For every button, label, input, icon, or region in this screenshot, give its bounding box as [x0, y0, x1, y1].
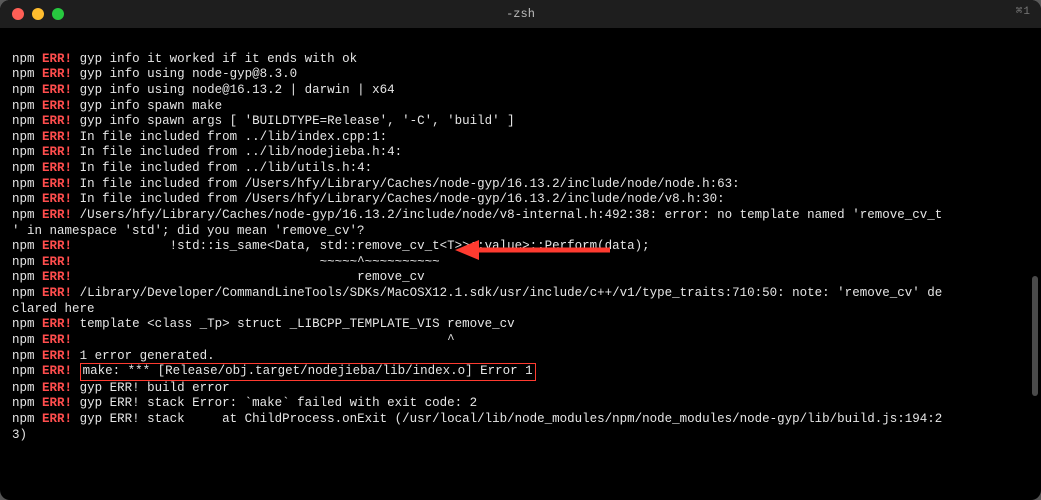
log-text: gyp ERR! stack Error: `make` failed with…	[80, 396, 478, 410]
npm-prefix: npm	[12, 99, 35, 113]
err-prefix: ERR!	[42, 177, 72, 191]
log-text: gyp info it worked if it ends with ok	[80, 52, 358, 66]
log-text: /Library/Developer/CommandLineTools/SDKs…	[80, 286, 943, 300]
log-line: npm ERR! gyp info spawn args [ 'BUILDTYP…	[12, 114, 515, 128]
npm-prefix: npm	[12, 396, 35, 410]
tab-indicator[interactable]: ⌘1	[1016, 6, 1031, 20]
log-line: npm ERR! /Users/hfy/Library/Caches/node-…	[12, 208, 942, 222]
log-text: In file included from ../lib/utils.h:4:	[80, 161, 373, 175]
log-line: npm ERR! gyp info using node-gyp@8.3.0	[12, 67, 297, 81]
log-line: npm ERR! gyp info spawn make	[12, 99, 222, 113]
npm-prefix: npm	[12, 130, 35, 144]
err-prefix: ERR!	[42, 145, 72, 159]
npm-prefix: npm	[12, 381, 35, 395]
err-prefix: ERR!	[42, 270, 72, 284]
npm-prefix: npm	[12, 349, 35, 363]
err-prefix: ERR!	[42, 381, 72, 395]
log-line: npm ERR! In file included from /Users/hf…	[12, 177, 740, 191]
log-line: npm ERR! make: *** [Release/obj.target/n…	[12, 364, 536, 378]
log-text: gyp ERR! stack at ChildProcess.onExit (/…	[80, 412, 943, 426]
terminal-window: -zsh ⌘1 npm ERR! gyp info it worked if i…	[0, 0, 1041, 500]
log-line: npm ERR! In file included from /Users/hf…	[12, 192, 725, 206]
log-line: npm ERR! gyp ERR! stack at ChildProcess.…	[12, 412, 942, 426]
err-prefix: ERR!	[42, 99, 72, 113]
window-title: -zsh	[0, 7, 1041, 22]
log-line: npm ERR! gyp ERR! stack Error: `make` fa…	[12, 396, 477, 410]
log-text: template <class _Tp> struct _LIBCPP_TEMP…	[80, 317, 515, 331]
err-prefix: ERR!	[42, 114, 72, 128]
npm-prefix: npm	[12, 364, 35, 378]
log-line: npm ERR! 1 error generated.	[12, 349, 215, 363]
log-text: In file included from ../lib/index.cpp:1…	[80, 130, 388, 144]
log-line: npm ERR! gyp info using node@16.13.2 | d…	[12, 83, 395, 97]
err-prefix: ERR!	[42, 286, 72, 300]
npm-prefix: npm	[12, 192, 35, 206]
npm-prefix: npm	[12, 114, 35, 128]
npm-prefix: npm	[12, 208, 35, 222]
scrollbar-thumb[interactable]	[1032, 276, 1038, 396]
npm-prefix: npm	[12, 255, 35, 269]
npm-prefix: npm	[12, 83, 35, 97]
err-prefix: ERR!	[42, 83, 72, 97]
err-prefix: ERR!	[42, 208, 72, 222]
err-prefix: ERR!	[42, 364, 72, 378]
npm-prefix: npm	[12, 270, 35, 284]
log-line: npm ERR! remove_cv	[12, 270, 425, 284]
npm-prefix: npm	[12, 67, 35, 81]
npm-prefix: npm	[12, 333, 35, 347]
err-prefix: ERR!	[42, 52, 72, 66]
err-prefix: ERR!	[42, 412, 72, 426]
log-text: 3)	[12, 428, 27, 442]
log-line: npm ERR! /Library/Developer/CommandLineT…	[12, 286, 942, 300]
err-prefix: ERR!	[42, 67, 72, 81]
log-text: 1 error generated.	[80, 349, 215, 363]
err-prefix: ERR!	[42, 349, 72, 363]
log-text: ^	[80, 333, 455, 347]
err-prefix: ERR!	[42, 161, 72, 175]
highlighted-error: make: *** [Release/obj.target/nodejieba/…	[80, 363, 536, 381]
log-text: gyp ERR! build error	[80, 381, 230, 395]
log-line: npm ERR! gyp ERR! build error	[12, 381, 230, 395]
log-text: remove_cv	[80, 270, 425, 284]
err-prefix: ERR!	[42, 239, 72, 253]
log-text: gyp info spawn args [ 'BUILDTYPE=Release…	[80, 114, 515, 128]
err-prefix: ERR!	[42, 396, 72, 410]
log-line: npm ERR! template <class _Tp> struct _LI…	[12, 317, 515, 331]
log-text: gyp info using node-gyp@8.3.0	[80, 67, 298, 81]
err-prefix: ERR!	[42, 130, 72, 144]
log-line: npm ERR! ~~~~~^~~~~~~~~~~	[12, 255, 440, 269]
log-line: npm ERR! gyp info it worked if it ends w…	[12, 52, 357, 66]
log-text: ~~~~~^~~~~~~~~~~	[80, 255, 440, 269]
npm-prefix: npm	[12, 161, 35, 175]
err-prefix: ERR!	[42, 333, 72, 347]
titlebar: -zsh ⌘1	[0, 0, 1041, 28]
log-text: clared here	[12, 302, 95, 316]
npm-prefix: npm	[12, 239, 35, 253]
terminal-body[interactable]: npm ERR! gyp info it worked if it ends w…	[0, 28, 1041, 500]
log-text: /Users/hfy/Library/Caches/node-gyp/16.13…	[80, 208, 943, 222]
npm-prefix: npm	[12, 412, 35, 426]
log-text: In file included from ../lib/nodejieba.h…	[80, 145, 403, 159]
npm-prefix: npm	[12, 145, 35, 159]
err-prefix: ERR!	[42, 192, 72, 206]
log-text: ' in namespace 'std'; did you mean 'remo…	[12, 224, 365, 238]
err-prefix: ERR!	[42, 255, 72, 269]
log-line: npm ERR! In file included from ../lib/in…	[12, 130, 387, 144]
log-line: npm ERR! !std::is_same<Data, std::remove…	[12, 239, 650, 253]
log-line: npm ERR! In file included from ../lib/ut…	[12, 161, 372, 175]
scrollbar[interactable]	[1032, 30, 1038, 492]
log-line: npm ERR! ^	[12, 333, 455, 347]
err-prefix: ERR!	[42, 317, 72, 331]
log-text: !std::is_same<Data, std::remove_cv_t<T>>…	[80, 239, 650, 253]
log-text: In file included from /Users/hfy/Library…	[80, 177, 740, 191]
npm-prefix: npm	[12, 286, 35, 300]
log-line: npm ERR! In file included from ../lib/no…	[12, 145, 402, 159]
npm-prefix: npm	[12, 177, 35, 191]
npm-prefix: npm	[12, 317, 35, 331]
log-text: In file included from /Users/hfy/Library…	[80, 192, 725, 206]
log-text: gyp info spawn make	[80, 99, 223, 113]
npm-prefix: npm	[12, 52, 35, 66]
log-text: gyp info using node@16.13.2 | darwin | x…	[80, 83, 395, 97]
